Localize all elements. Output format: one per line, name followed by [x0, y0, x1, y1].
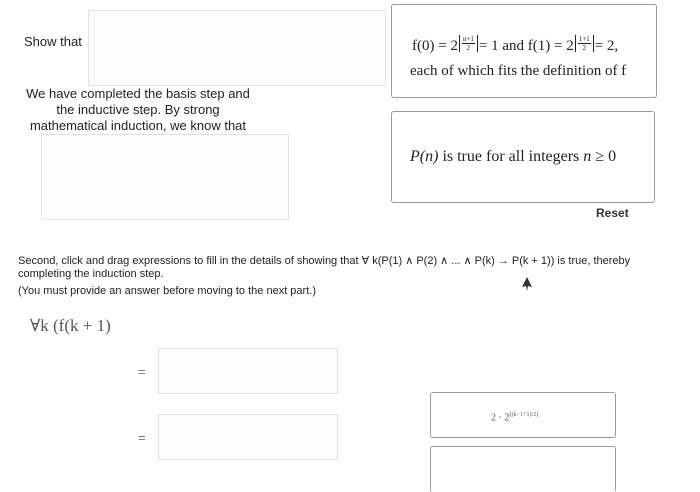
f0-exponent-den: 2	[466, 44, 471, 52]
draggable-expression-card-2[interactable]	[430, 446, 616, 492]
conclusion-bound: ≥ 0	[591, 148, 617, 165]
draggable-expression-card[interactable]: 2 · 2⌊(k−1+1)/2⌋	[430, 392, 616, 438]
f1-exponent: 1+1 2	[574, 35, 594, 52]
f1-exponent-num: 1+1	[577, 35, 591, 44]
drop-zone-show-that[interactable]	[88, 10, 386, 86]
conclusion-mid-text: is true for all integers	[438, 148, 584, 165]
equals-sign-1: =	[138, 364, 146, 379]
conclusion-label: We have completed the basis step and the…	[26, 86, 250, 133]
basis-formula: f(0) = 2 n+1 2 = 1 and f(1) = 2 1+1 2 = 2,	[412, 35, 618, 55]
f1-expression: f(1) = 2	[527, 38, 574, 54]
expression-base: 2 · 2	[491, 412, 510, 424]
draggable-conclusion-card[interactable]: P(n) is true for all integers n ≥ 0	[391, 111, 655, 203]
draggable-basis-card[interactable]: f(0) = 2 n+1 2 = 1 and f(1) = 2 1+1 2 = 2, eac…	[391, 4, 657, 98]
instructions-line3: (You must provide an answer before movin…	[18, 285, 316, 297]
p-of-n: P(n)	[410, 148, 439, 165]
f0-exponent-num: n+1	[461, 35, 475, 44]
f1-result: = 2,	[594, 38, 619, 54]
drop-zone-step-2[interactable]	[158, 414, 338, 460]
conclusion-statement: P(n) is true for all integers n ≥ 0	[410, 148, 616, 166]
reset-button[interactable]: Reset	[596, 206, 629, 220]
instructions-line1: Second, click and drag expressions to fi…	[18, 255, 631, 267]
f1-exponent-den: 2	[582, 44, 586, 52]
show-that-label: Show that	[24, 34, 82, 49]
f0-result: = 1 and	[478, 38, 528, 54]
instructions-line2: completing the induction step.	[18, 268, 164, 280]
proof-start-expression: ∀k (f(k + 1)	[30, 316, 111, 335]
drop-zone-step-1[interactable]	[158, 348, 338, 394]
f0-expression: f(0) = 2	[412, 38, 458, 54]
expression-text: 2 · 2⌊(k−1+1)/2⌋	[491, 411, 538, 423]
f0-exponent: n+1 2	[458, 35, 478, 52]
basis-definition-text: each of which fits the definition of f	[410, 63, 627, 79]
drop-zone-conclusion[interactable]	[41, 134, 289, 220]
equals-sign-2: =	[138, 430, 146, 445]
expression-exponent: ⌊(k−1+1)/2⌋	[509, 412, 539, 418]
mouse-cursor-icon	[522, 277, 532, 291]
